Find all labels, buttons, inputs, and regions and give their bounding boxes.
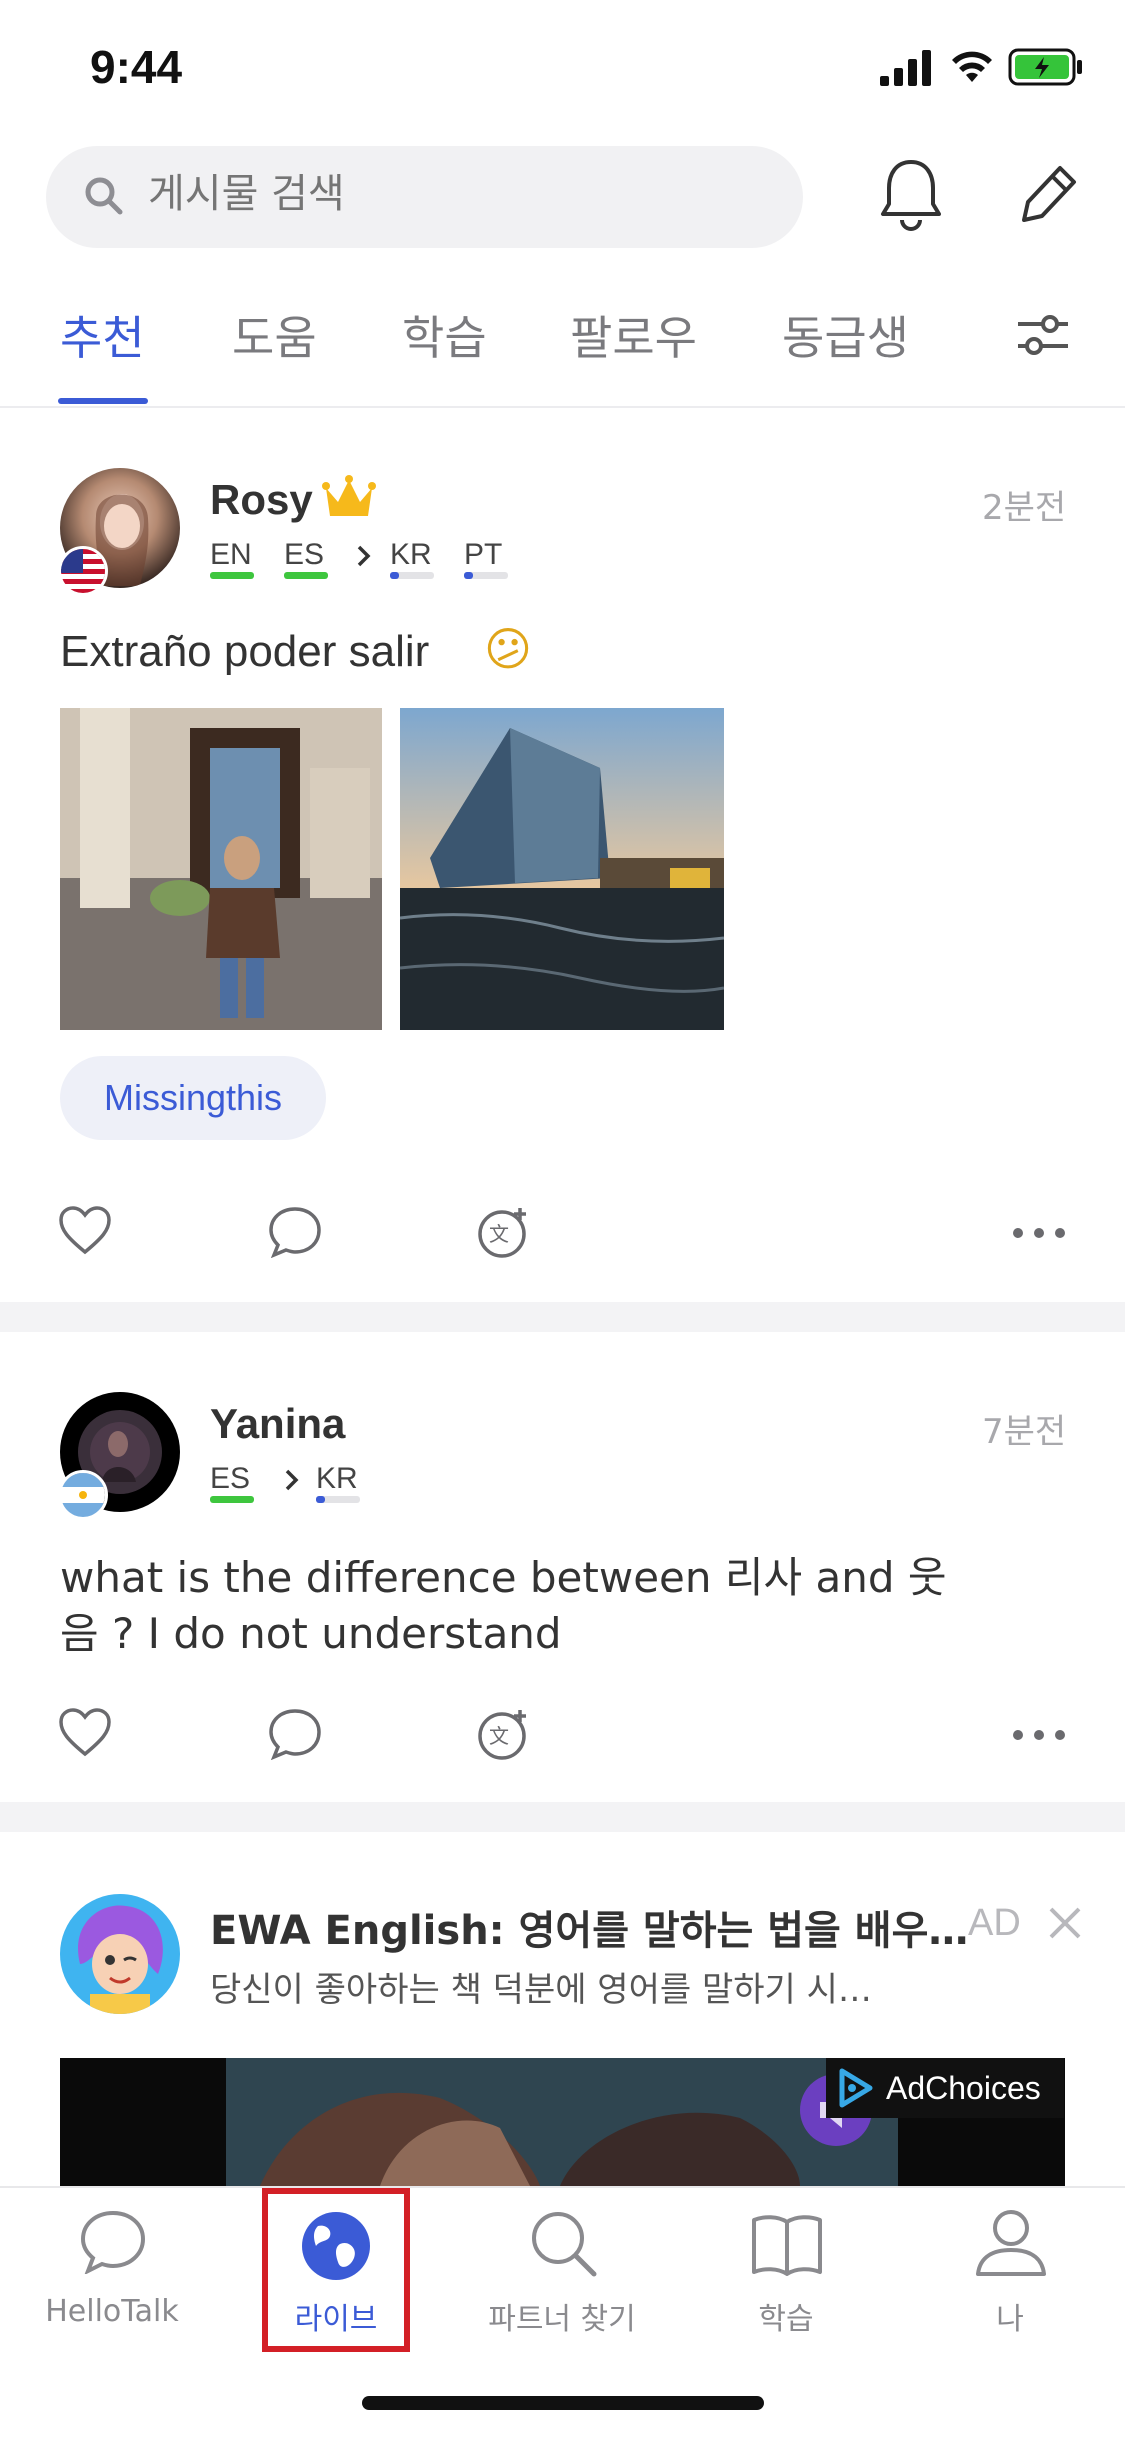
post-image[interactable] xyxy=(400,708,724,1030)
lang-code: EN xyxy=(210,538,252,571)
notification-bell-icon[interactable] xyxy=(878,156,944,237)
flag-us-icon xyxy=(58,546,108,596)
like-heart-icon[interactable] xyxy=(58,1206,112,1261)
lang-level-bar xyxy=(464,572,508,579)
ad-subtitle: 당신이 좋아하는 책 덕분에 영어를 말하기 시… xyxy=(210,1970,872,2010)
comment-bubble-icon[interactable] xyxy=(268,1708,322,1765)
filter-sliders-icon[interactable] xyxy=(1016,310,1070,365)
lang-level-bar xyxy=(390,572,434,579)
more-options-icon[interactable] xyxy=(1012,1728,1066,1746)
ad-title[interactable]: EWA English: 영어를 말하는 법을 배우… xyxy=(210,1898,968,1956)
nav-me-person-icon[interactable] xyxy=(974,2208,1048,2281)
comment-bubble-icon[interactable] xyxy=(268,1206,322,1263)
svg-text:文: 文 xyxy=(489,1222,509,1246)
wifi-icon xyxy=(950,48,994,89)
signal-icon xyxy=(880,50,934,91)
status-time: 9:44 xyxy=(90,41,183,93)
lang-level-bar xyxy=(316,1496,360,1503)
tab-help[interactable]: 도움 xyxy=(232,302,317,368)
lang-code: PT xyxy=(464,538,503,571)
tab-following[interactable]: 팔로우 xyxy=(570,302,697,368)
post-text: what is the difference between 리사 and 웃 xyxy=(60,1553,947,1602)
nav-find-partner-search-icon[interactable] xyxy=(528,2208,598,2283)
search-input[interactable] xyxy=(146,170,750,218)
post-time: 2분전 xyxy=(982,488,1067,528)
ad-app-icon[interactable] xyxy=(60,1894,180,2014)
crown-icon xyxy=(322,474,376,527)
post-tag[interactable]: Missingthis xyxy=(60,1056,326,1140)
like-heart-icon[interactable] xyxy=(58,1708,112,1763)
battery-icon xyxy=(1008,48,1084,91)
nav-item-me[interactable]: 나 xyxy=(960,2294,1060,2338)
compose-pencil-icon[interactable] xyxy=(1016,160,1080,233)
highlight-box xyxy=(262,2188,410,2352)
lang-code: ES xyxy=(210,1462,251,1495)
translate-icon[interactable]: 文 xyxy=(476,1204,532,1265)
translate-icon[interactable]: 文 xyxy=(476,1706,532,1767)
post-image[interactable] xyxy=(60,708,382,1030)
tab-learning[interactable]: 학습 xyxy=(402,302,487,368)
search-icon xyxy=(84,176,124,221)
lang-level-bar xyxy=(284,572,328,579)
adchoices-label: AdChoices xyxy=(886,2070,1041,2106)
lang-code: ES xyxy=(284,538,325,571)
nav-hellotalk-chat-icon[interactable] xyxy=(80,2210,146,2279)
nav-item-learning[interactable]: 학습 xyxy=(736,2294,836,2338)
ad-label: AD xyxy=(968,1902,1021,1944)
divider xyxy=(0,1302,1125,1332)
tab-classmates[interactable]: 동급생 xyxy=(782,302,909,368)
nav-learning-book-icon[interactable] xyxy=(750,2212,824,2281)
adchoices-badge[interactable]: AdChoices xyxy=(826,2058,1064,2118)
post-username[interactable]: Rosy xyxy=(210,476,313,524)
flag-ar-icon xyxy=(58,1470,108,1520)
chevron-right-icon xyxy=(356,544,372,573)
tab-recommended[interactable]: 추천 xyxy=(60,302,145,368)
post-text: Extraño poder salir xyxy=(60,627,430,676)
lang-code: KR xyxy=(390,538,432,571)
divider xyxy=(0,1802,1125,1832)
lang-level-bar xyxy=(210,1496,254,1503)
more-options-icon[interactable] xyxy=(1012,1226,1066,1244)
chevron-right-icon xyxy=(284,1468,300,1497)
lang-level-bar xyxy=(210,572,254,579)
svg-text:文: 文 xyxy=(489,1724,509,1748)
post-text: 음 ? I do not understand xyxy=(60,1609,562,1658)
divider xyxy=(0,406,1125,408)
post-time: 7분전 xyxy=(982,1412,1067,1452)
nav-item-find-partner[interactable]: 파트너 찾기 xyxy=(470,2294,654,2338)
lang-code: KR xyxy=(316,1462,358,1495)
post-username[interactable]: Yanina xyxy=(210,1400,345,1448)
confused-emoji: 😕 xyxy=(484,622,532,676)
close-icon[interactable] xyxy=(1048,1906,1082,1945)
nav-item-hellotalk[interactable]: HelloTalk xyxy=(32,2294,192,2329)
home-indicator[interactable] xyxy=(362,2396,764,2410)
active-tab-indicator xyxy=(58,398,148,404)
